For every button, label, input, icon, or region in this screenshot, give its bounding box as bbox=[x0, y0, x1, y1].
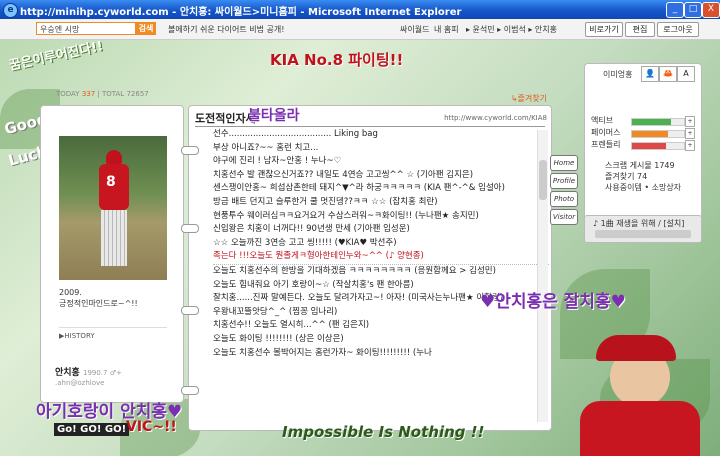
owner-email: .ahn@ozhlove bbox=[55, 379, 105, 387]
minihompy-page: 우승엔 시망 검색 볼에하기 쉬운 다이어트 비법 공개! 싸이월드 내 홈피 … bbox=[0, 19, 720, 456]
main-panel: 도전적인자세 ↳즐겨찾기 http://www.cyworld.com/KIA8… bbox=[181, 94, 552, 431]
window-title: http://minihp.cyworld.com - 안치홍: 싸이월드>미니… bbox=[20, 7, 462, 18]
profile-card: 8 2009. 긍정적인마인드로~^!! ▶HISTORY 안치홍 1990.7… bbox=[40, 105, 184, 403]
tab-visitor[interactable]: Visitor bbox=[550, 209, 578, 225]
homepage-url[interactable]: http://www.cyworld.com/KIA8 bbox=[444, 114, 547, 122]
list-scrollbar[interactable] bbox=[537, 130, 548, 422]
list-item: 신입왕은 치홍이 너꺼다!! 90년생 만세 (기아팬 임성운) bbox=[213, 223, 549, 237]
list-item: 선수......................................… bbox=[213, 128, 549, 142]
maximize-button[interactable]: □ bbox=[684, 2, 702, 18]
avatar-icon[interactable]: 👤 bbox=[641, 66, 659, 82]
scrollbar-thumb[interactable] bbox=[539, 160, 547, 200]
status-title: 이미엉홍 bbox=[603, 70, 633, 79]
player-figure: 8 bbox=[97, 150, 131, 270]
list-item: 부상 아니죠?~~ 홈런 치고... bbox=[213, 142, 549, 156]
list-item-highlighted: 족는다 !!!오늘도 뭔졸게ㅋ형아한테인누와~^^ (♪ 양현종) bbox=[213, 250, 549, 265]
player-helmet bbox=[596, 335, 676, 361]
owner-name[interactable]: 안치홍 1990.7 ♂+ bbox=[55, 365, 122, 378]
bookmark-count: 즐겨찾기 74 bbox=[605, 172, 648, 181]
deco-kia-text: KIA No.8 파이팅!! bbox=[270, 51, 404, 69]
list-item: 야구에 진리 ! 남자~안홍 ! 누나~♡ bbox=[213, 155, 549, 169]
title-bar: e http://minihp.cyworld.com - 안치홍: 싸이월드>… bbox=[0, 0, 720, 19]
search-input[interactable]: 우승엔 시망 bbox=[36, 22, 136, 35]
music-player: ♪ 1曲 재생을 위해 / [설치] bbox=[584, 215, 702, 243]
tab-home[interactable]: Home bbox=[550, 155, 578, 171]
minimize-button[interactable]: _ bbox=[666, 2, 684, 18]
friend-links[interactable]: ▸ 윤석민 ▸ 이범석 ▸ 안치홍 bbox=[466, 24, 557, 35]
music-controls[interactable] bbox=[595, 230, 691, 238]
bookmark-link[interactable]: ↳즐겨찾기 bbox=[511, 93, 547, 104]
list-item: 오늘도 치홍선수의 한방을 기대하겠음 ㅋㅋㅋㅋㅋㅋㅋㅋ (응원함께요 > 김성… bbox=[213, 265, 549, 279]
profile-photo: 8 bbox=[59, 136, 167, 280]
deco-impossible: Impossible Is Nothing !! bbox=[282, 423, 485, 441]
edit-button[interactable]: 편집 bbox=[625, 22, 655, 37]
list-item: ☆☆ 오늘까진 3연승 고고 씽!!!!! (♥KIA♥ 박선주) bbox=[213, 237, 549, 251]
promo-link[interactable]: 볼에하기 쉬운 다이어트 비법 공개! bbox=[168, 24, 284, 35]
tab-profile[interactable]: Profile bbox=[550, 173, 578, 189]
famous-bar: 페이머스 + bbox=[591, 128, 695, 139]
visitor-counter: TODAY 337 | TOTAL 72657 bbox=[56, 90, 149, 98]
photo-caption: 2009. 긍정적인마인드로~^!! bbox=[59, 288, 138, 308]
status-panel: 이미엉홍 👤 🦀 A 액티브 + 페이머스 + 프렌들리 + 스크랩 게시물 1… bbox=[584, 63, 702, 235]
history-link[interactable]: ▶HISTORY bbox=[59, 327, 167, 344]
deco-heart-text: ♥안치홍은 잘치홍♥ bbox=[480, 292, 626, 312]
deco-dream-text: 꿈은이루어진다!! bbox=[7, 39, 105, 74]
page-title: 도전적인자세 bbox=[195, 112, 256, 125]
deco-vic: VIC~!! bbox=[126, 419, 177, 435]
search-button[interactable]: 검색 bbox=[136, 22, 156, 35]
list-item: 치홍선수!! 오늘도 열시히...^^ (팬 김은지) bbox=[213, 319, 549, 333]
scrap-count: 스크랩 게시물 1749 bbox=[605, 161, 675, 170]
close-button[interactable]: X bbox=[702, 2, 720, 18]
nav-cyworld[interactable]: 싸이월드 bbox=[400, 24, 429, 35]
tab-photo[interactable]: Photo bbox=[550, 191, 578, 207]
list-item: 오늘도 치홍선수 볼박어지는 홈런가자~ 화이팅!!!!!!!!! (누나 bbox=[213, 347, 549, 361]
list-item: 방금 배트 던지고 슬루한거 쿨 멋진뎅??ㅋㅋ ☆☆ (잡치홍 최란) bbox=[213, 196, 549, 210]
top-toolbar: 우승엔 시망 검색 볼에하기 쉬운 다이어트 비법 공개! 싸이월드 내 홈피 … bbox=[0, 19, 720, 40]
item-links[interactable]: 사용중이템 • 소망상자 bbox=[605, 182, 681, 193]
go-button[interactable]: 비로가기 bbox=[585, 22, 623, 37]
binder-rings bbox=[181, 146, 199, 406]
player-jersey bbox=[580, 401, 700, 456]
logout-button[interactable]: 로그아웃 bbox=[657, 22, 699, 37]
deco-gogo: Go! GO! GO! bbox=[54, 423, 130, 436]
nav-my-home[interactable]: 내 홈피 bbox=[434, 24, 459, 35]
letter-a-icon[interactable]: A bbox=[677, 66, 695, 82]
crab-icon[interactable]: 🦀 bbox=[659, 66, 677, 82]
active-bar: 액티브 + bbox=[591, 116, 695, 127]
deco-burning-text: 불타올라 bbox=[248, 108, 300, 124]
list-item: 치홍선수 발 괜찮으신거죠?? 내일도 4연승 고고씽^^ ☆ (기아팬 김지은… bbox=[213, 169, 549, 183]
music-title[interactable]: ♪ 1曲 재생을 위해 / [설치] bbox=[593, 218, 684, 229]
list-item: 현풍투수 웨이러심ㅋㅋ요거요거 수삼스러워~ㅋ화이팅!! (누나팬★ 송지민) bbox=[213, 210, 549, 224]
list-item: 센스쟁이안홍~ 희섭삼촌한테 돼지^▼^라 하궁ㅋㅋㅋㅋㅋ (KIA 팬^-^&… bbox=[213, 182, 549, 196]
friendly-bar: 프렌들리 + bbox=[591, 140, 695, 151]
guest-message-list: 선수......................................… bbox=[213, 128, 549, 424]
list-item: 오늘도 화이팅 !!!!!!!! (상은 이상은) bbox=[213, 333, 549, 347]
ie-icon: e bbox=[3, 3, 18, 18]
